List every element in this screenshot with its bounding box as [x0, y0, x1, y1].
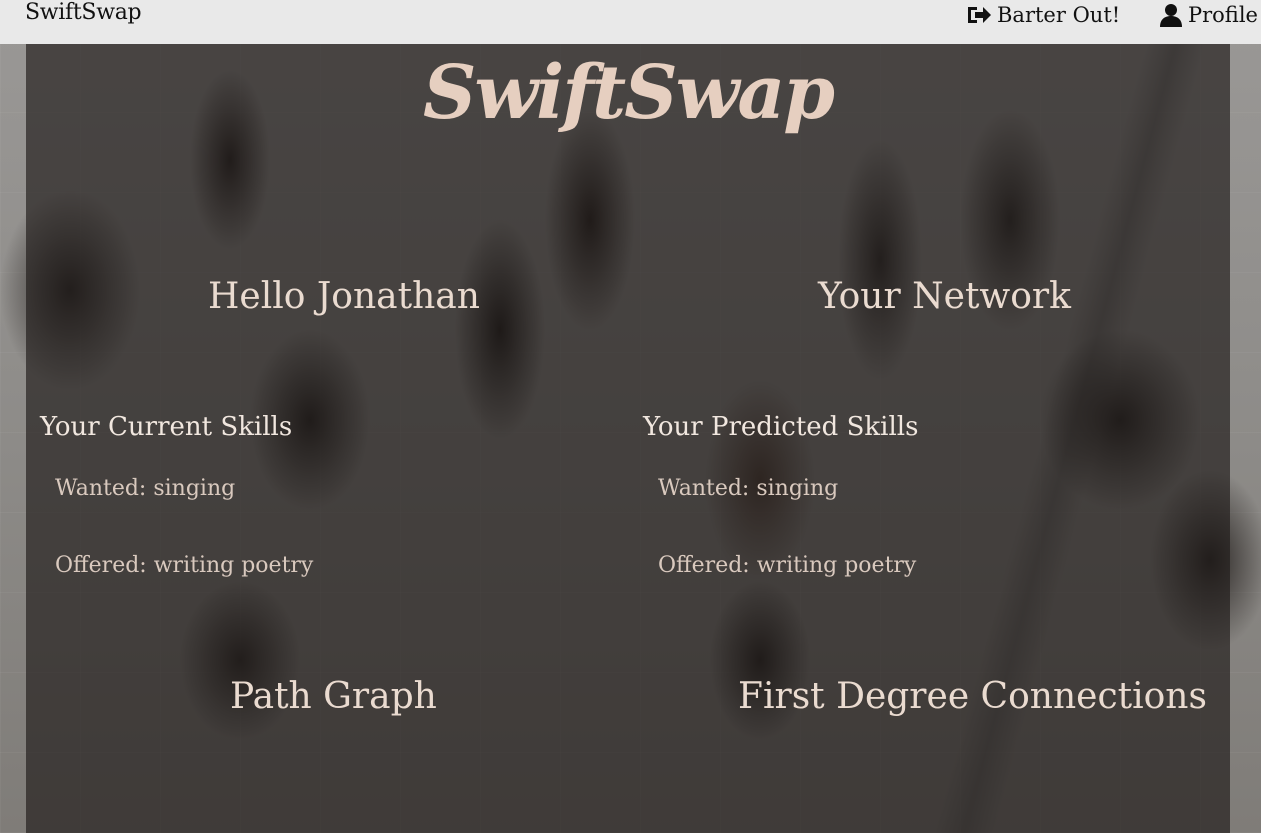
- predicted-wanted-value: singing: [756, 476, 839, 501]
- current-wanted-value: singing: [153, 476, 236, 501]
- current-offered-value: writing poetry: [153, 553, 314, 578]
- profile-label: Profile: [1188, 3, 1258, 27]
- predicted-offered-value: writing poetry: [756, 553, 917, 578]
- predicted-wanted-label: Wanted:: [658, 476, 750, 501]
- current-wanted-skill: Wanted: singing: [55, 476, 235, 501]
- predicted-offered-skill: Offered: writing poetry: [658, 553, 916, 578]
- current-skills-heading: Your Current Skills: [40, 412, 293, 442]
- barter-out-link[interactable]: Barter Out!: [966, 3, 1120, 27]
- content-overlay: SwiftSwap Hello Jonathan Your Network Yo…: [26, 44, 1230, 833]
- greeting-heading: Hello Jonathan: [208, 276, 480, 317]
- predicted-wanted-skill: Wanted: singing: [658, 476, 838, 501]
- path-graph-heading: Path Graph: [230, 676, 437, 717]
- hero-title: SwiftSwap: [422, 50, 835, 136]
- predicted-offered-label: Offered:: [658, 553, 750, 578]
- brand-link[interactable]: SwiftSwap: [25, 0, 142, 25]
- first-degree-connections-heading: First Degree Connections: [738, 676, 1207, 717]
- current-offered-skill: Offered: writing poetry: [55, 553, 313, 578]
- current-wanted-label: Wanted:: [55, 476, 147, 501]
- current-offered-label: Offered:: [55, 553, 147, 578]
- network-heading: Your Network: [818, 276, 1071, 317]
- sign-out-icon: [966, 4, 992, 26]
- top-navbar: SwiftSwap Barter Out! Profile: [0, 0, 1261, 44]
- predicted-skills-heading: Your Predicted Skills: [643, 412, 919, 442]
- page: SwiftSwap Barter Out! Profile SwiftSwap …: [0, 0, 1261, 833]
- barter-out-label: Barter Out!: [997, 3, 1121, 27]
- user-icon: [1159, 3, 1183, 27]
- profile-link[interactable]: Profile: [1159, 3, 1258, 27]
